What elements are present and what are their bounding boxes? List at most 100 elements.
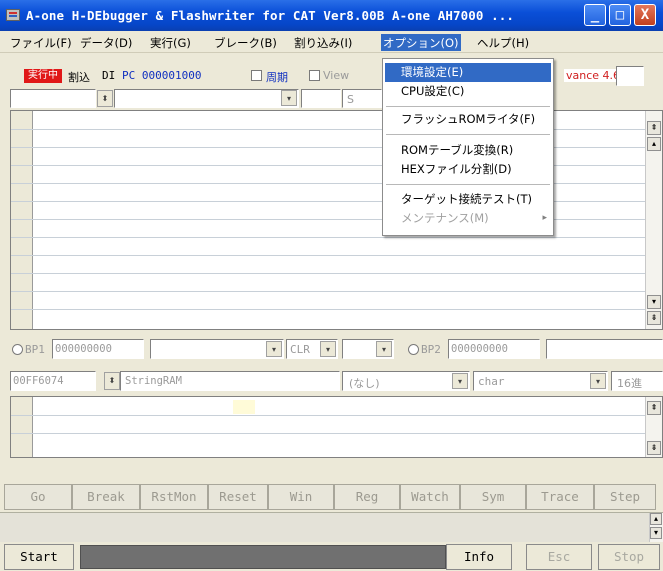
- menu-help[interactable]: ヘルプ(H): [475, 34, 531, 51]
- window-title: A-one H-DEbugger & Flashwriter for CAT V…: [26, 8, 515, 23]
- progress-bar: [80, 545, 446, 569]
- status-toolbar: 実行中 割込 DI PC 000001000 周期 View vance 4.6…: [0, 63, 663, 89]
- code-small-field[interactable]: [301, 89, 341, 108]
- memory-radix-select[interactable]: 16進: [611, 371, 663, 391]
- memory-spinner-icon[interactable]: ⬍: [104, 372, 120, 390]
- di-label: DI: [102, 69, 116, 82]
- menu-bar: ファイル(F) データ(D) 実行(G) ブレーク(B) 割り込み(I) オプシ…: [0, 31, 663, 53]
- bp2-label: BP2: [421, 343, 441, 356]
- bp1-address-field[interactable]: 000000000: [52, 339, 144, 359]
- code-source-select[interactable]: ▾: [114, 89, 299, 108]
- view-label: View: [323, 69, 350, 82]
- bp1-condition-select[interactable]: ▾: [150, 339, 284, 359]
- memory-area: StringRAM: [125, 375, 182, 387]
- win-button[interactable]: Win: [268, 484, 334, 510]
- watch-button[interactable]: Watch: [400, 484, 460, 510]
- scroll-bottom-icon[interactable]: ⇟: [647, 311, 661, 325]
- scroll-up-icon[interactable]: ▴: [647, 137, 661, 151]
- menu-run[interactable]: 実行(G): [148, 34, 193, 51]
- memory-address: 00FF6074: [13, 375, 64, 387]
- address-input[interactable]: [10, 89, 96, 108]
- address-spinner-icon[interactable]: ⬍: [97, 90, 113, 107]
- menu-file[interactable]: ファイル(F): [8, 34, 74, 51]
- reset-button[interactable]: Reset: [208, 484, 268, 510]
- chevron-down-icon[interactable]: ▾: [266, 341, 282, 357]
- esc-button[interactable]: Esc: [526, 544, 592, 570]
- menu-item-maintenance: メンテナンス(M): [401, 211, 489, 225]
- menu-options[interactable]: オプション(O): [381, 34, 461, 51]
- chevron-down-icon[interactable]: ▾: [376, 341, 392, 357]
- close-button[interactable]: X: [634, 4, 656, 26]
- sym-button[interactable]: Sym: [460, 484, 526, 510]
- chevron-down-icon[interactable]: ▾: [452, 373, 468, 389]
- menu-item-cpu-settings[interactable]: CPU設定(C): [385, 82, 551, 101]
- rstmon-button[interactable]: RstMon: [140, 484, 208, 510]
- code-radio-field[interactable]: S: [342, 89, 382, 108]
- memory-radix: 16進: [617, 377, 642, 390]
- output-scrollbar[interactable]: ▴ ▾: [649, 513, 663, 542]
- menu-item-hex-split[interactable]: HEXファイル分割(D): [385, 160, 551, 179]
- bp2-condition-select[interactable]: [546, 339, 663, 359]
- code-list-pane[interactable]: ⇞ ▴ ▾ ⇟: [10, 110, 663, 330]
- chevron-down-icon[interactable]: ▾: [590, 373, 606, 389]
- scroll-up-icon[interactable]: ▴: [650, 513, 662, 525]
- start-button[interactable]: Start: [4, 544, 74, 570]
- memory-type: char: [478, 375, 505, 388]
- bp2-address-field[interactable]: 000000000: [448, 339, 540, 359]
- chevron-down-icon[interactable]: ▾: [320, 341, 336, 357]
- chevron-down-icon[interactable]: ▾: [281, 90, 297, 106]
- output-pane: ▴ ▾: [0, 512, 663, 542]
- info-button[interactable]: Info: [446, 544, 512, 570]
- scroll-down-icon[interactable]: ▾: [647, 295, 661, 309]
- command-button-row: Go Break RstMon Reset Win Reg Watch Sym …: [0, 481, 663, 511]
- go-button[interactable]: Go: [4, 484, 72, 510]
- menu-data[interactable]: データ(D): [78, 34, 134, 51]
- menu-item-target-connection-test[interactable]: ターゲット接続テスト(T): [385, 190, 551, 209]
- options-dropdown-menu: 環境設定(E) CPU設定(C) フラッシュROMライタ(F) ROMテーブル変…: [382, 58, 554, 236]
- breakpoint-row: BP1 000000000 ▾ CLR ▾ ▾ BP2 000000000: [0, 338, 663, 364]
- run-status-badge: 実行中: [24, 69, 62, 83]
- clr-label: CLR: [290, 343, 310, 356]
- menu-break[interactable]: ブレーク(B): [212, 34, 279, 51]
- pc-value: PC 000001000: [122, 69, 202, 82]
- memory-area-select[interactable]: StringRAM: [120, 371, 340, 391]
- break-button[interactable]: Break: [72, 484, 140, 510]
- menu-interrupt[interactable]: 割り込み(I): [292, 34, 354, 51]
- memory-scrollbar[interactable]: ⇞ ⇟: [645, 397, 662, 457]
- radio-s-label[interactable]: S: [347, 93, 354, 106]
- stop-button[interactable]: Stop: [598, 544, 660, 570]
- bp2-address: 000000000: [451, 343, 508, 355]
- memory-filter-select[interactable]: (なし) ▾: [342, 371, 470, 391]
- scroll-top-icon[interactable]: ⇞: [647, 401, 661, 415]
- scroll-top-icon[interactable]: ⇞: [647, 121, 661, 135]
- scroll-down-icon[interactable]: ▾: [650, 527, 662, 539]
- cycle-checkbox[interactable]: [251, 70, 262, 81]
- memory-toolbar: 00FF6074 ⬍ StringRAM (なし) ▾ char ▾ 16進: [0, 370, 663, 394]
- minimize-button[interactable]: _: [584, 4, 606, 26]
- memory-address-input[interactable]: 00FF6074: [10, 371, 96, 391]
- app-icon: [6, 9, 20, 21]
- memory-pane[interactable]: ⇞ ⇟: [10, 396, 663, 458]
- scroll-bottom-icon[interactable]: ⇟: [647, 441, 661, 455]
- view-checkbox[interactable]: [309, 70, 320, 81]
- clr-select[interactable]: CLR ▾: [286, 339, 338, 359]
- bp2-radio[interactable]: [408, 344, 419, 355]
- code-gutter: [11, 111, 33, 329]
- menu-item-flash-rom-writer[interactable]: フラッシュROMライタ(F): [385, 110, 551, 129]
- step-button[interactable]: Step: [594, 484, 656, 510]
- reg-button[interactable]: Reg: [334, 484, 400, 510]
- maximize-button[interactable]: □: [609, 4, 631, 26]
- bp1-count-select[interactable]: ▾: [342, 339, 394, 359]
- title-bar: A-one H-DEbugger & Flashwriter for CAT V…: [0, 0, 663, 31]
- menu-item-rom-table-convert[interactable]: ROMテーブル変換(R): [385, 141, 551, 160]
- interrupt-label: 割込: [68, 71, 90, 84]
- submenu-arrow-icon: ▸: [542, 213, 547, 223]
- code-scrollbar[interactable]: ⇞ ▴ ▾ ⇟: [645, 111, 662, 329]
- trace-button[interactable]: Trace: [526, 484, 594, 510]
- toolbar-field: [616, 66, 644, 86]
- memory-gutter: [11, 397, 33, 457]
- memory-type-select[interactable]: char ▾: [473, 371, 608, 391]
- cycle-label: 周期: [266, 71, 288, 84]
- bp1-radio[interactable]: [12, 344, 23, 355]
- menu-item-environment-settings[interactable]: 環境設定(E): [385, 63, 551, 82]
